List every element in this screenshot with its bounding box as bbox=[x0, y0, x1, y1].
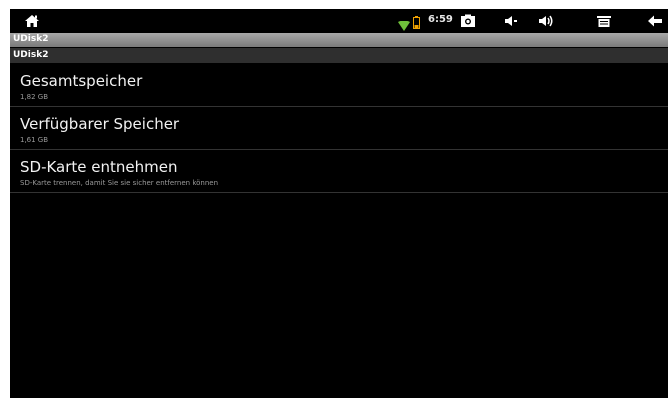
device-screen: 6:59 UDisk2 UDisk2 Gesamtspeicher 1,82 G… bbox=[10, 9, 668, 398]
volume-up-icon[interactable] bbox=[538, 13, 554, 29]
title-bar: UDisk2 bbox=[10, 33, 668, 47]
pref-title: Gesamtspeicher bbox=[20, 72, 143, 90]
pref-unmount-sd-card[interactable]: SD-Karte entnehmen SD-Karte trennen, dam… bbox=[10, 150, 668, 193]
pref-title: Verfügbarer Speicher bbox=[20, 115, 180, 133]
menu-icon[interactable] bbox=[596, 13, 612, 29]
screenshot-icon[interactable] bbox=[460, 13, 476, 29]
volume-down-icon[interactable] bbox=[504, 13, 518, 29]
page-title: UDisk2 bbox=[13, 34, 49, 44]
home-icon[interactable] bbox=[24, 13, 40, 29]
status-bar: 6:59 bbox=[10, 9, 668, 33]
pref-summary: 1,61 GB bbox=[20, 136, 49, 144]
pref-total-storage: Gesamtspeicher 1,82 GB bbox=[10, 64, 668, 107]
section-header-label: UDisk2 bbox=[13, 50, 49, 60]
pref-summary: 1,82 GB bbox=[20, 93, 49, 101]
pref-available-storage: Verfügbarer Speicher 1,61 GB bbox=[10, 107, 668, 150]
battery-icon bbox=[413, 14, 420, 29]
pref-summary: SD-Karte trennen, damit Sie sie sicher e… bbox=[20, 179, 219, 187]
wifi-icon bbox=[398, 16, 410, 31]
clock: 6:59 bbox=[428, 14, 453, 25]
back-icon[interactable] bbox=[647, 13, 663, 29]
section-header: UDisk2 bbox=[10, 48, 668, 63]
pref-title: SD-Karte entnehmen bbox=[20, 158, 178, 176]
